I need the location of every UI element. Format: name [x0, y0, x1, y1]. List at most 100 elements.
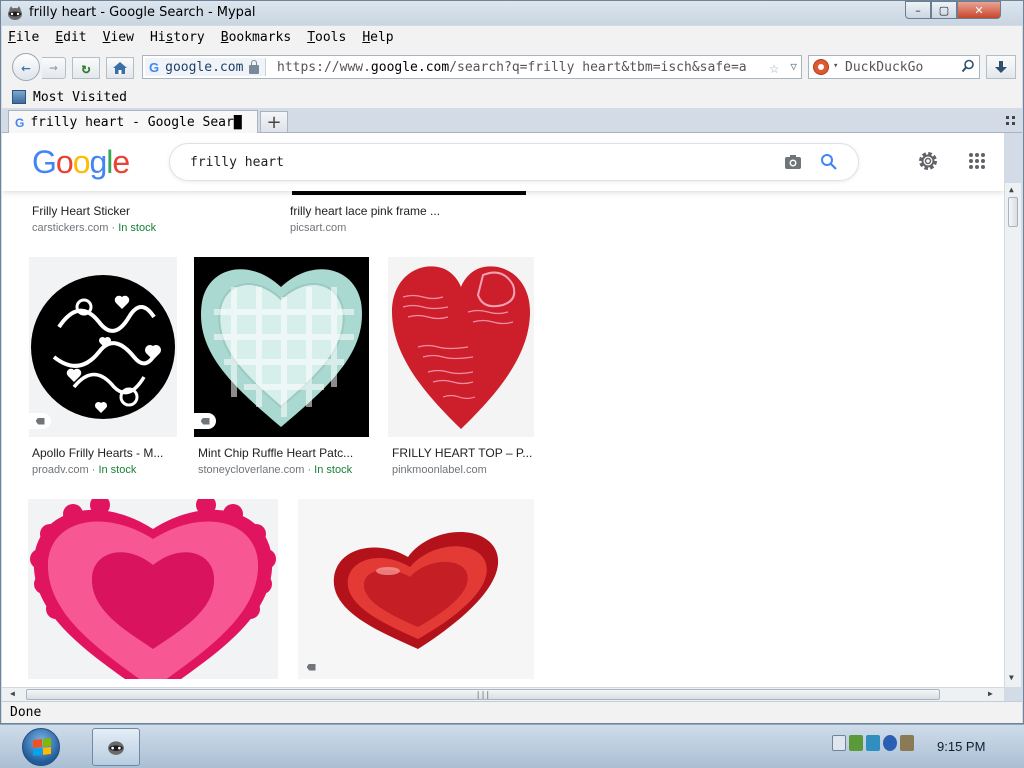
result-image-pink-scalloped-heart[interactable] [28, 499, 278, 679]
url-history-dropdown[interactable]: ▽ [790, 60, 797, 73]
logo-letter: o [72, 144, 91, 180]
tray-globe-icon[interactable] [883, 735, 897, 751]
url-text[interactable]: https://www.google.com/search?q=frilly h… [277, 60, 757, 75]
result-image-red-heart-dish[interactable] [298, 499, 534, 679]
google-search-box[interactable]: frilly heart [169, 143, 859, 181]
horizontal-scrollbar[interactable]: ◀ ||| ▶ [2, 687, 1004, 701]
menu-history[interactable]: History [150, 30, 205, 45]
menu-help[interactable]: Help [362, 30, 393, 45]
tab-strip: G frilly heart - Google Sear█ + [2, 108, 1022, 134]
mypal-raccoon-icon [108, 741, 124, 755]
google-favicon-icon: G [149, 59, 160, 75]
result-source[interactable]: stoneycloverlane.com · In stock [198, 464, 352, 476]
bookmarks-toolbar: Most Visited [2, 86, 1022, 108]
browser-window: frilly heart - Google Search - Mypal – ▢… [0, 0, 1024, 724]
start-button[interactable] [22, 728, 60, 766]
horizontal-scroll-thumb[interactable]: ||| [26, 689, 940, 700]
tray-tools-icon[interactable] [900, 735, 914, 751]
tab-active[interactable]: G frilly heart - Google Sear█ [8, 110, 258, 134]
google-logo[interactable]: Google [32, 144, 130, 181]
scroll-right-arrow-icon[interactable]: ▶ [988, 689, 993, 698]
tray-show-desktop-icon[interactable] [832, 735, 846, 751]
bookmark-most-visited[interactable]: Most Visited [33, 90, 127, 105]
red-heart-dish-art [333, 532, 499, 649]
url-bar[interactable]: G google.com https://www.google.com/sear… [142, 55, 802, 79]
most-visited-folder-icon [12, 90, 26, 104]
close-button[interactable]: ✕ [957, 1, 1001, 19]
status-bar: Done [2, 701, 1022, 723]
minimize-button[interactable]: – [905, 1, 931, 19]
forward-button[interactable]: → [42, 57, 66, 79]
result-title[interactable]: FRILLY HEART TOP – P... [392, 446, 532, 460]
result-image-swirl-heart-circle[interactable] [29, 257, 177, 437]
page-content: Google frilly heart Frilly Heart Sticker… [2, 133, 1004, 687]
result-title[interactable]: frilly heart lace pink frame ... [290, 204, 530, 218]
search-icon[interactable] [820, 153, 838, 171]
google-favicon-icon: G [15, 115, 25, 130]
logo-letter: e [112, 144, 130, 180]
pink-scalloped-heart-art [30, 499, 276, 679]
vertical-scroll-thumb[interactable] [1008, 197, 1018, 227]
tray-security-icon[interactable] [849, 735, 863, 751]
tab-title: frilly heart - Google Sear█ [30, 115, 242, 130]
taskbar-clock[interactable]: 9:15 PM [937, 739, 985, 754]
downloads-button[interactable] [986, 55, 1016, 79]
menu-view[interactable]: View [103, 30, 134, 45]
shopping-tag-icon [194, 413, 216, 429]
settings-gear-icon[interactable] [917, 150, 939, 172]
camera-icon[interactable] [784, 154, 802, 170]
scroll-left-arrow-icon[interactable]: ◀ [10, 689, 15, 698]
status-text: Done [10, 705, 42, 720]
scroll-up-arrow-icon[interactable]: ▲ [1009, 185, 1014, 194]
taskbar-mypal-button[interactable] [92, 728, 140, 766]
maximize-button[interactable]: ▢ [931, 1, 957, 19]
logo-letter: G [32, 144, 57, 180]
tray-network-icon[interactable] [866, 735, 880, 751]
site-identity-button[interactable]: G google.com [145, 58, 267, 76]
lock-icon [249, 59, 260, 74]
result-title[interactable]: Apollo Frilly Hearts - M... [32, 446, 170, 460]
duckduckgo-icon[interactable] [813, 59, 829, 75]
search-bar-placeholder: DuckDuckGo [845, 60, 924, 75]
mint-ruffle-heart-art [200, 269, 363, 427]
result-source[interactable]: proadv.com · In stock [32, 464, 136, 476]
shopping-tag-icon [29, 413, 51, 429]
home-icon [113, 62, 127, 74]
result-title[interactable]: Frilly Heart Sticker [32, 204, 272, 218]
menu-bookmarks[interactable]: Bookmarks [221, 30, 291, 45]
home-button[interactable] [106, 57, 134, 79]
result-image-red-heart-top[interactable] [388, 257, 534, 437]
new-tab-button[interactable]: + [260, 111, 288, 133]
apps-grid-icon[interactable] [968, 152, 986, 170]
logo-letter: o [55, 144, 74, 180]
windows-logo-icon [33, 738, 51, 756]
result-source[interactable]: picsart.com [290, 222, 346, 234]
search-engine-dropdown[interactable]: ▾ [833, 61, 838, 71]
scroll-down-arrow-icon[interactable]: ▼ [1009, 673, 1014, 682]
result-image-mint-ruffle-heart[interactable] [194, 257, 369, 437]
swirl-hearts-art [31, 275, 175, 419]
download-arrow-icon [995, 61, 1007, 73]
google-header: Google frilly heart [2, 133, 1004, 191]
back-button[interactable]: ← [12, 53, 40, 81]
vertical-scrollbar[interactable]: ▲ ▼ [1004, 183, 1021, 687]
system-tray [832, 735, 914, 751]
title-bar[interactable]: frilly heart - Google Search - Mypal – ▢… [1, 1, 1023, 25]
result-title[interactable]: Mint Chip Ruffle Heart Patc... [198, 446, 364, 460]
reload-button[interactable]: ↻ [72, 57, 100, 79]
menu-tools[interactable]: Tools [307, 30, 346, 45]
logo-letter: g [89, 144, 107, 180]
search-bar[interactable]: ▾ DuckDuckGo [808, 55, 980, 79]
result-source[interactable]: pinkmoonlabel.com [392, 464, 487, 476]
red-heart-art [392, 266, 530, 429]
menu-edit[interactable]: Edit [55, 30, 86, 45]
window-title: frilly heart - Google Search - Mypal [29, 5, 256, 20]
menu-file[interactable]: File [8, 30, 39, 45]
mypal-raccoon-icon [8, 6, 22, 20]
tab-list-icon[interactable] [1006, 116, 1016, 126]
bookmark-star-icon[interactable]: ☆ [769, 58, 779, 77]
search-input[interactable]: frilly heart [190, 155, 284, 170]
result-source[interactable]: carstickers.com · In stock [32, 222, 156, 234]
search-icon[interactable] [961, 59, 975, 73]
taskbar: 9:15 PM [0, 724, 1024, 768]
